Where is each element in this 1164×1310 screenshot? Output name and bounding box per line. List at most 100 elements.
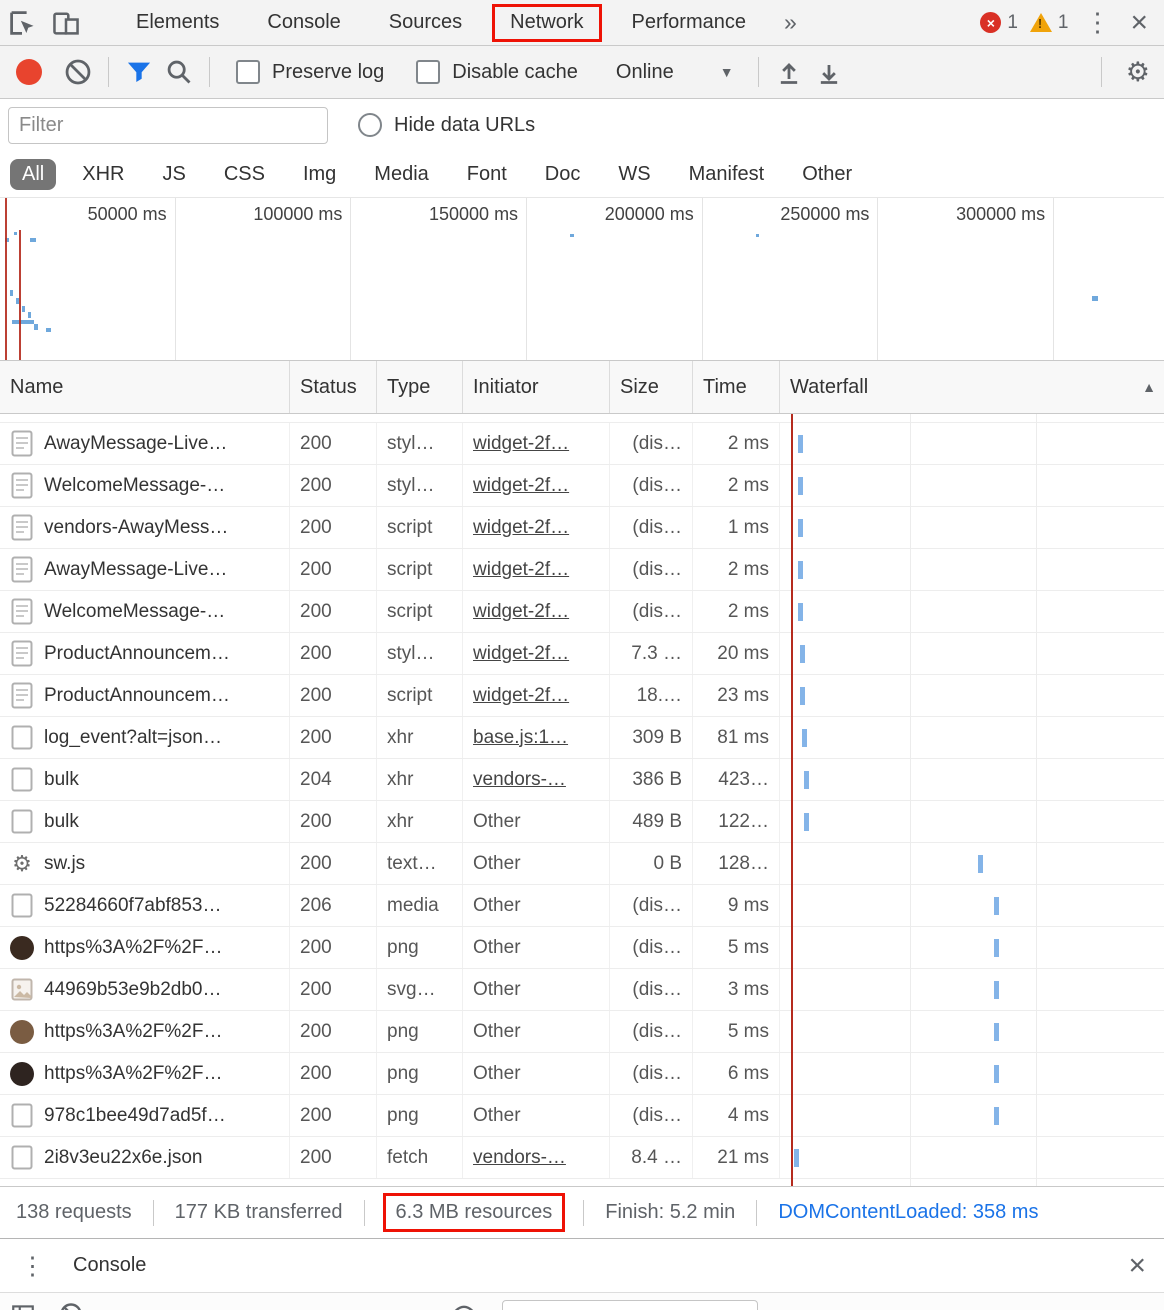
initiator-link[interactable]: widget-2f… xyxy=(473,601,569,623)
type-chip-media[interactable]: Media xyxy=(362,159,440,190)
close-devtools-button[interactable]: × xyxy=(1126,8,1164,38)
console-sidebar-button[interactable] xyxy=(10,1301,36,1310)
request-row[interactable]: https%3A%2F%2F…200pngOther(dis…6 ms xyxy=(0,1053,1164,1095)
type-chip-img[interactable]: Img xyxy=(291,159,348,190)
status-cell: 200 xyxy=(290,1137,377,1178)
request-row[interactable]: ProductAnnouncem…200styl…widget-2f…7.3 …… xyxy=(0,633,1164,675)
initiator-link[interactable]: widget-2f… xyxy=(473,559,569,581)
tab-console[interactable]: Console xyxy=(243,0,364,45)
clear-requests-button[interactable] xyxy=(58,52,98,92)
type-chip-ws[interactable]: WS xyxy=(606,159,662,190)
request-row[interactable]: 52284660f7abf853…206mediaOther(dis…9 ms xyxy=(0,885,1164,927)
initiator-link[interactable]: widget-2f… xyxy=(473,685,569,707)
request-row[interactable]: WelcomeMessage-…200styl…widget-2f…(dis…2… xyxy=(0,465,1164,507)
error-badge[interactable]: × 1 xyxy=(980,12,1018,34)
initiator-text: Other xyxy=(473,1105,521,1127)
column-header-type[interactable]: Type xyxy=(377,361,463,413)
initiator-text: Other xyxy=(473,853,521,875)
tab-performance[interactable]: Performance xyxy=(608,0,771,45)
name-cell: log_event?alt=json… xyxy=(0,717,290,758)
column-header-waterfall[interactable]: Waterfall ▲ xyxy=(780,361,1164,413)
column-header-name[interactable]: Name xyxy=(0,361,290,413)
warning-badge[interactable]: 1 xyxy=(1030,12,1069,34)
devtools-menu-button[interactable]: ⋮ xyxy=(1068,7,1126,38)
type-chip-doc[interactable]: Doc xyxy=(533,159,593,190)
request-row[interactable]: ProductAnnouncem…200scriptwidget-2f…18.…… xyxy=(0,675,1164,717)
type-chip-other[interactable]: Other xyxy=(790,159,864,190)
disable-cache-checkbox[interactable]: Disable cache xyxy=(416,60,578,84)
request-row[interactable]: log_event?alt=json…200xhrbase.js:1…309 B… xyxy=(0,717,1164,759)
preserve-log-checkbox[interactable]: Preserve log xyxy=(236,60,384,84)
type-chip-xhr[interactable]: XHR xyxy=(70,159,136,190)
waterfall-cell xyxy=(780,843,1164,884)
summary-bar: 138 requests 177 KB transferred 6.3 MB r… xyxy=(0,1186,1164,1238)
more-tabs-button[interactable]: » xyxy=(770,9,811,36)
toolbar-right-cluster: ⚙ xyxy=(1091,57,1164,88)
type-chip-js[interactable]: JS xyxy=(150,159,197,190)
initiator-link[interactable]: widget-2f… xyxy=(473,643,569,665)
timeline-tick-label: 150000 ms xyxy=(429,204,518,225)
status-cell: 200 xyxy=(290,717,377,758)
waterfall-cell xyxy=(780,717,1164,758)
request-row[interactable]: 44969b53e9b2db0…200svg…Other(dis…3 ms xyxy=(0,969,1164,1011)
inspect-element-button[interactable] xyxy=(0,0,44,46)
close-drawer-button[interactable]: × xyxy=(1128,1251,1164,1281)
request-name: ProductAnnouncem… xyxy=(44,685,230,707)
initiator-cell: Other xyxy=(463,1011,610,1052)
export-har-button[interactable] xyxy=(809,52,849,92)
drawer-tab-console[interactable]: Console xyxy=(73,1254,146,1277)
resources-size: 6.3 MB resources xyxy=(386,1196,563,1229)
type-chip-css[interactable]: CSS xyxy=(212,159,277,190)
request-row[interactable]: WelcomeMessage-…200scriptwidget-2f…(dis…… xyxy=(0,591,1164,633)
type-chip-all[interactable]: All xyxy=(10,159,56,190)
timeline-activity-mark xyxy=(1092,296,1098,301)
request-row[interactable]: ⚙sw.js200text…Other0 B128… xyxy=(0,843,1164,885)
filter-toggle-button[interactable] xyxy=(119,52,159,92)
type-chip-font[interactable]: Font xyxy=(455,159,519,190)
timeline-overview[interactable]: 50000 ms100000 ms150000 ms200000 ms25000… xyxy=(0,198,1164,361)
request-row[interactable]: AwayMessage-Live…200scriptwidget-2f…(dis… xyxy=(0,549,1164,591)
filter-row: Hide data URLs xyxy=(0,99,1164,151)
request-row[interactable]: 2i8v3eu22x6e.json200fetchvendors-…8.4 …2… xyxy=(0,1137,1164,1179)
request-row[interactable]: AwayMessage-Live…200styl…widget-2f…(dis…… xyxy=(0,423,1164,465)
column-header-time[interactable]: Time xyxy=(693,361,780,413)
live-expression-button[interactable] xyxy=(450,1301,478,1310)
import-har-button[interactable] xyxy=(769,52,809,92)
request-row[interactable]: bulk204xhrvendors-…386 B423… xyxy=(0,759,1164,801)
request-row[interactable]: https%3A%2F%2F…200pngOther(dis…5 ms xyxy=(0,927,1164,969)
request-row[interactable]: https%3A%2F%2F…200pngOther(dis…5 ms xyxy=(0,1011,1164,1053)
initiator-link[interactable]: vendors-… xyxy=(473,769,566,791)
console-filter-input[interactable] xyxy=(502,1300,758,1310)
name-cell: ProductAnnouncem… xyxy=(0,633,290,674)
request-row[interactable]: bulk200xhrOther489 B122… xyxy=(0,801,1164,843)
hide-data-urls-checkbox[interactable]: Hide data URLs xyxy=(358,113,535,137)
initiator-link[interactable]: widget-2f… xyxy=(473,475,569,497)
device-toolbar-button[interactable] xyxy=(44,0,88,46)
drawer-menu-button[interactable]: ⋮ xyxy=(0,1251,65,1281)
request-row[interactable]: 978c1bee49d7ad5f…200pngOther(dis…4 ms xyxy=(0,1095,1164,1137)
disable-cache-label: Disable cache xyxy=(452,61,578,84)
clear-console-button[interactable] xyxy=(58,1301,84,1310)
type-chip-manifest[interactable]: Manifest xyxy=(677,159,777,190)
column-header-size[interactable]: Size xyxy=(610,361,693,413)
column-header-initiator[interactable]: Initiator xyxy=(463,361,610,413)
record-button[interactable] xyxy=(16,59,42,85)
tab-elements[interactable]: Elements xyxy=(112,0,243,45)
tab-network[interactable]: Network xyxy=(486,0,607,45)
initiator-link[interactable]: base.js:1… xyxy=(473,727,568,749)
initiator-text: Other xyxy=(473,811,521,833)
size-cell: (dis… xyxy=(610,1053,693,1094)
throttling-select[interactable]: Online ▼ xyxy=(616,61,734,84)
network-settings-button[interactable]: ⚙ xyxy=(1112,57,1164,88)
timeline-activity-mark xyxy=(756,234,759,237)
initiator-link[interactable]: widget-2f… xyxy=(473,517,569,539)
filter-input[interactable] xyxy=(8,107,328,144)
column-header-status[interactable]: Status xyxy=(290,361,377,413)
request-row[interactable]: vendors-AwayMess…200scriptwidget-2f…(dis… xyxy=(0,507,1164,549)
search-button[interactable] xyxy=(159,52,199,92)
size-cell: (dis… xyxy=(610,927,693,968)
initiator-link[interactable]: widget-2f… xyxy=(473,433,569,455)
tab-sources[interactable]: Sources xyxy=(365,0,486,45)
initiator-link[interactable]: vendors-… xyxy=(473,1147,566,1169)
size-cell: (dis… xyxy=(610,1095,693,1136)
